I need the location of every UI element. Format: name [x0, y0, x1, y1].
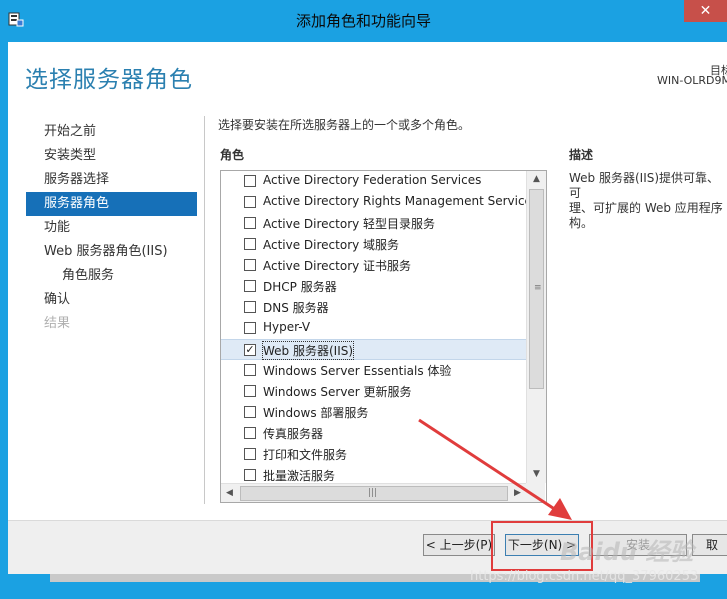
baidu-watermark: Baidu 经验	[560, 538, 694, 566]
url-watermark: https://blog.csdn.net/qq_37960253	[470, 569, 699, 584]
annotation-arrow-icon	[418, 418, 572, 520]
